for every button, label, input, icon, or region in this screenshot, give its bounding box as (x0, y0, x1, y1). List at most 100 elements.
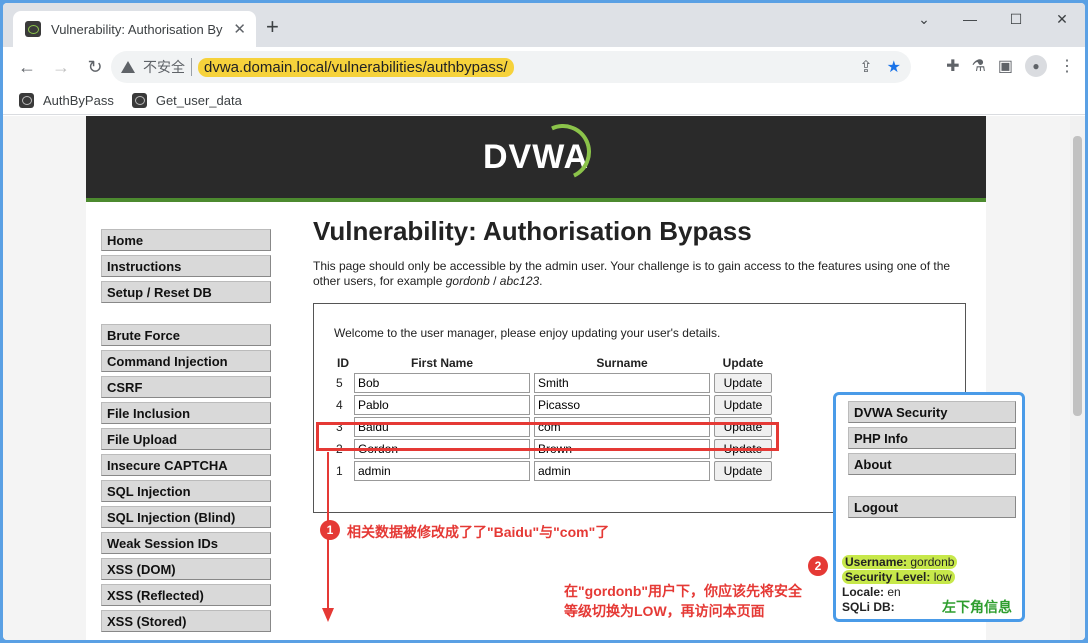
profile-avatar-icon[interactable]: ● (1025, 55, 1047, 77)
highlight-row-box (316, 422, 779, 451)
menu-file-upload[interactable]: File Upload (101, 428, 271, 450)
dvwa-favicon-icon (25, 21, 41, 37)
row-id: 1 (336, 464, 343, 478)
left-menu: Home Instructions Setup / Reset DB Brute… (101, 229, 271, 636)
warning-icon[interactable] (121, 61, 135, 73)
bookmarks-bar: AuthByPass Get_user_data (3, 87, 1085, 115)
corner-info-label: 左下角信息 (942, 599, 1012, 615)
bookmark-authbypass[interactable]: AuthByPass (19, 93, 114, 108)
annotation-note-1: 相关数据被修改成了了"Baidu"与"com"了 (347, 524, 610, 540)
first-name-input[interactable] (354, 373, 530, 393)
surname-input[interactable] (534, 373, 710, 393)
menu-home[interactable]: Home (101, 229, 271, 251)
table-row: 4 Update (334, 394, 774, 416)
update-button[interactable]: Update (714, 461, 772, 481)
menu-sql-injection-blind[interactable]: SQL Injection (Blind) (101, 506, 271, 528)
update-button[interactable]: Update (714, 373, 772, 393)
forward-icon[interactable]: → (45, 51, 77, 83)
annotation-note-2-line1: 在"gordonb"用户下，你应该先将安全 (564, 583, 803, 599)
session-info: Username: gordonb Security Level: low Lo… (842, 555, 958, 615)
minimize-icon[interactable]: — (947, 3, 993, 35)
menu-xss-reflected[interactable]: XSS (Reflected) (101, 584, 271, 606)
bookmark-favicon-icon (19, 93, 34, 108)
intro-text: This page should only be accessible by t… (313, 259, 953, 289)
close-icon[interactable]: ✕ (233, 20, 246, 38)
surname-input[interactable] (534, 395, 710, 415)
col-update: Update (722, 356, 764, 370)
user-info-panel: DVWA Security PHP Info About Logout User… (833, 392, 1025, 622)
menu-dvwa-security[interactable]: DVWA Security (848, 401, 1016, 423)
browser-window: Vulnerability: Authorisation By ✕ + ⌄ — … (3, 3, 1085, 640)
annotation-note-2-line2: 等级切换为LOW，再访问本页面 (564, 603, 765, 619)
bookmark-get-user-data[interactable]: Get_user_data (131, 93, 242, 108)
intro-user: gordonb (445, 274, 490, 288)
menu-logout[interactable]: Logout (848, 496, 1016, 518)
locale-line: Locale: en (842, 585, 957, 600)
logo-swoosh-icon (527, 116, 599, 188)
locale-label: Locale: (842, 585, 885, 599)
menu-command-injection[interactable]: Command Injection (101, 350, 271, 372)
annotation-badge-2: 2 (808, 556, 828, 576)
menu-brute-force[interactable]: Brute Force (101, 324, 271, 346)
right-menu: DVWA Security PHP Info About Logout (848, 401, 1016, 522)
reload-icon[interactable]: ↻ (79, 51, 111, 83)
tab-strip: Vulnerability: Authorisation By ✕ + ⌄ — … (3, 3, 1085, 47)
menu-xss-stored[interactable]: XSS (Stored) (101, 610, 271, 632)
dvwa-logo: DVWA (483, 116, 599, 188)
row-id: 4 (336, 398, 343, 412)
username-label: Username: (845, 555, 908, 569)
menu-xss-dom[interactable]: XSS (DOM) (101, 558, 271, 580)
tab-title: Vulnerability: Authorisation By (51, 21, 223, 37)
window-close-icon[interactable]: ✕ (1039, 3, 1085, 35)
menu-insecure-captcha[interactable]: Insecure CAPTCHA (101, 454, 271, 476)
back-icon[interactable]: ← (11, 51, 43, 83)
bookmark-star-icon[interactable]: ★ (887, 57, 901, 77)
surname-input[interactable] (534, 461, 710, 481)
first-name-input[interactable] (354, 461, 530, 481)
url-text[interactable]: dvwa.domain.local/vulnerabilities/authby… (198, 57, 514, 77)
col-first-name: First Name (410, 356, 474, 370)
page-title: Vulnerability: Authorisation Bypass (313, 216, 752, 246)
sqli-label: SQLi DB: (842, 600, 895, 614)
extensions-icon[interactable]: ✚ (946, 56, 959, 76)
dvwa-header: DVWA (86, 116, 986, 202)
tab-active[interactable]: Vulnerability: Authorisation By ✕ (13, 11, 256, 47)
address-bar[interactable]: 不安全 dvwa.domain.local/vulnerabilities/au… (111, 51, 911, 83)
lab-flask-icon[interactable]: ⚗ (972, 56, 986, 76)
menu-csrf[interactable]: CSRF (101, 376, 271, 398)
chevron-down-icon[interactable]: ⌄ (901, 3, 947, 35)
maximize-icon[interactable]: ☐ (993, 3, 1039, 35)
intro-sep: / (489, 274, 500, 288)
menu-about[interactable]: About (848, 453, 1016, 475)
divider (191, 58, 192, 76)
col-id: ID (337, 356, 349, 370)
new-tab-icon[interactable]: + (266, 16, 279, 38)
intro-end: . (539, 274, 543, 288)
page-scrollbar[interactable] (1070, 116, 1085, 640)
sqli-line: SQLi DB: (842, 600, 957, 615)
menu-weak-session-ids[interactable]: Weak Session IDs (101, 532, 271, 554)
table-row: 5 Update (334, 372, 774, 394)
share-icon[interactable]: ⇪ (859, 57, 872, 77)
toolbar-icons: ✚ ⚗ ▣ ● ⋮ (946, 55, 1075, 77)
table-row: 1 Update (334, 460, 774, 482)
window-controls: ⌄ — ☐ ✕ (901, 3, 1085, 35)
menu-php-info[interactable]: PHP Info (848, 427, 1016, 449)
locale-value: en (887, 585, 901, 599)
browser-toolbar: ← → ↻ 不安全 dvwa.domain.local/vulnerabilit… (3, 47, 1085, 87)
insecure-label[interactable]: 不安全 (143, 57, 185, 77)
menu-setup[interactable]: Setup / Reset DB (101, 281, 271, 303)
menu-instructions[interactable]: Instructions (101, 255, 271, 277)
scroll-thumb[interactable] (1073, 136, 1082, 416)
menu-sql-injection[interactable]: SQL Injection (101, 480, 271, 502)
intro-part: This page should only be accessible by t… (313, 259, 951, 288)
first-name-input[interactable] (354, 395, 530, 415)
more-menu-icon[interactable]: ⋮ (1059, 56, 1075, 76)
update-button[interactable]: Update (714, 395, 772, 415)
menu-file-inclusion[interactable]: File Inclusion (101, 402, 271, 424)
side-panel-icon[interactable]: ▣ (998, 56, 1013, 76)
security-value: low (933, 570, 952, 584)
username-value: gordonb (910, 555, 955, 569)
omnibox-actions: ⇪ ★ (859, 57, 901, 77)
arrow-down-icon (322, 608, 334, 622)
